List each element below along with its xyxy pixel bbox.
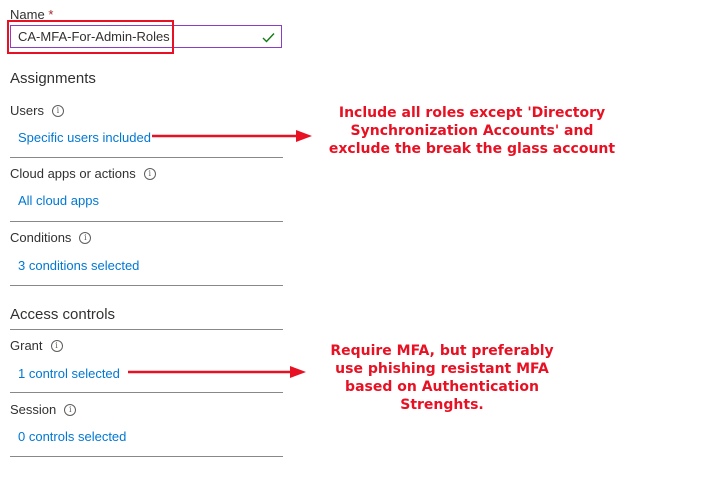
info-icon[interactable]: i xyxy=(79,231,92,244)
divider xyxy=(10,392,283,393)
annotation-line: use phishing resistant MFA xyxy=(335,361,549,377)
info-icon[interactable]: i xyxy=(50,339,63,352)
info-icon[interactable]: i xyxy=(143,167,156,180)
assignments-title: Assignments xyxy=(10,70,96,87)
cloud-apps-label-text: Cloud apps or actions xyxy=(10,166,136,181)
annotation-line: Require MFA, but preferably xyxy=(330,343,554,359)
users-link[interactable]: Specific users included xyxy=(18,130,151,145)
annotation-line: based on Authentication xyxy=(345,379,539,395)
info-icon[interactable]: i xyxy=(51,104,64,117)
annotation-line: Include all roles except 'Directory xyxy=(338,105,606,121)
annotation-line: Strenghts. xyxy=(400,397,484,413)
info-icon[interactable]: i xyxy=(64,403,77,416)
session-label-text: Session xyxy=(10,402,57,417)
users-label-text: Users xyxy=(10,103,44,118)
users-label: Users i xyxy=(10,103,64,118)
access-controls-title: Access controls xyxy=(10,306,116,323)
divider xyxy=(10,157,283,158)
session-link[interactable]: 0 controls selected xyxy=(18,429,126,444)
divider xyxy=(10,329,283,330)
grant-label: Grant i xyxy=(10,338,63,353)
session-label: Session i xyxy=(10,402,77,417)
divider xyxy=(10,221,283,222)
grant-link[interactable]: 1 control selected xyxy=(18,366,120,381)
annotation-line: Synchronization Accounts' and xyxy=(350,123,594,139)
arrow-right-icon xyxy=(128,366,306,378)
users-annotation: Include all roles except 'Directory Sync… xyxy=(322,104,622,158)
conditions-link[interactable]: 3 conditions selected xyxy=(18,258,139,273)
arrow-right-icon xyxy=(152,130,312,142)
conditions-label-text: Conditions xyxy=(10,230,72,245)
checkmark-icon xyxy=(262,30,275,48)
cloud-apps-label: Cloud apps or actions i xyxy=(10,166,156,181)
divider xyxy=(10,456,283,457)
cloud-apps-link[interactable]: All cloud apps xyxy=(18,193,99,208)
divider xyxy=(10,285,283,286)
annotation-line: exclude the break the glass account xyxy=(328,141,616,157)
name-highlight-box xyxy=(7,20,174,54)
grant-label-text: Grant xyxy=(10,338,43,353)
grant-annotation: Require MFA, but preferably use phishing… xyxy=(312,342,572,414)
conditions-label: Conditions i xyxy=(10,230,92,245)
